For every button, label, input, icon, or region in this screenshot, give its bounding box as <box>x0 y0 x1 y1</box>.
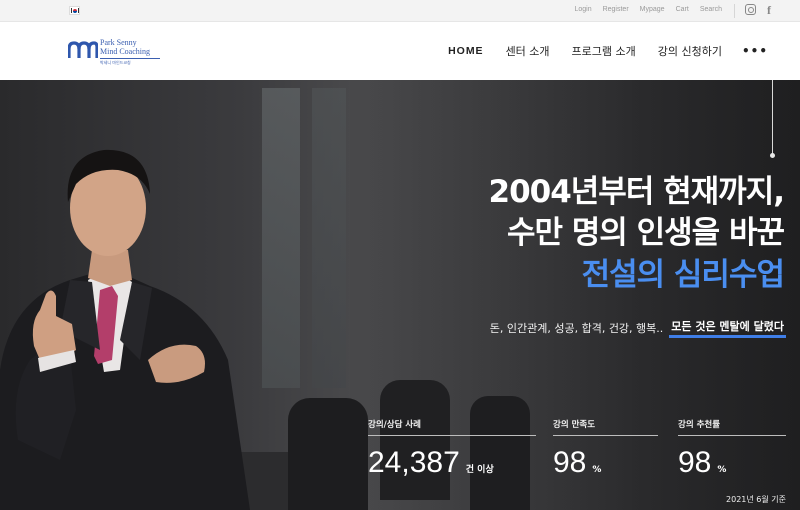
stat-unit: % <box>717 465 727 475</box>
hero-tagline: 돈, 인간관계, 성공, 합격, 건강, 행복.. 모든 것은 멘탈에 달렸다 <box>490 318 786 338</box>
logo-mark-icon <box>68 41 98 58</box>
stat-label: 강의/상담 사례 <box>368 420 421 430</box>
scroll-indicator-line <box>772 80 773 154</box>
divider <box>734 4 735 18</box>
cart-link[interactable]: Cart <box>676 6 689 13</box>
stat-cases: 강의/상담 사례 24,387 건 이상 <box>368 418 536 480</box>
headline-line2: 수만 명의 인생을 바꾼 <box>506 215 785 251</box>
stat-label: 강의 만족도 <box>553 420 596 430</box>
korea-flag-icon[interactable] <box>69 6 80 15</box>
logo-subtitle: 박세니 마인드코칭 <box>100 60 131 65</box>
nav-home[interactable]: HOME <box>448 45 484 57</box>
instagram-icon[interactable] <box>745 4 756 15</box>
stat-recommendation: 강의 추천률 98% <box>678 418 786 480</box>
utility-links: Login Register Mypage Cart Search <box>574 6 722 13</box>
nav-program-intro[interactable]: 프로그램 소개 <box>572 43 636 59</box>
stat-unit: % <box>592 465 602 475</box>
stat-satisfaction: 강의 만족도 98% <box>553 418 658 480</box>
logo-text: Park Senny Mind Coaching 박세니 마인드코칭 <box>100 38 170 66</box>
headline-line1: 2004년부터 현재까지, <box>488 174 785 210</box>
stats-date-note: 2021년 6월 기준 <box>726 495 786 504</box>
hero-banner: 2004년부터 현재까지, 수만 명의 인생을 바꾼 전설의 심리수업 돈, 인… <box>0 80 800 510</box>
logo[interactable]: Park Senny Mind Coaching 박세니 마인드코칭 <box>68 38 164 69</box>
background-window <box>312 88 346 388</box>
stat-divider <box>678 435 786 436</box>
stat-number: 24,387 <box>368 446 460 479</box>
site-header: Park Senny Mind Coaching 박세니 마인드코칭 HOME … <box>0 23 800 80</box>
background-chair <box>288 398 368 510</box>
logo-rule <box>100 58 160 59</box>
stat-divider <box>368 435 536 436</box>
more-menu-icon[interactable]: ••• <box>742 44 768 58</box>
background-window <box>262 88 300 388</box>
stat-divider <box>553 435 658 436</box>
main-nav: HOME 센터 소개 프로그램 소개 강의 신청하기 ••• <box>448 43 768 59</box>
register-link[interactable]: Register <box>603 6 629 13</box>
presenter-image <box>0 149 250 510</box>
stat-unit: 건 이상 <box>465 465 494 475</box>
logo-line2: Mind Coaching <box>100 46 150 56</box>
tagline-text: 돈, 인간관계, 성공, 합격, 건강, 행복.. <box>489 322 664 335</box>
stat-number: 98 <box>553 446 587 479</box>
stat-value: 98% <box>553 446 658 480</box>
nav-apply[interactable]: 강의 신청하기 <box>658 43 722 59</box>
stat-value: 24,387 건 이상 <box>368 446 536 480</box>
stat-number: 98 <box>678 446 712 479</box>
utility-bar: Login Register Mypage Cart Search f <box>0 0 800 22</box>
headline-line3: 전설의 심리수업 <box>581 257 785 293</box>
stat-label: 강의 추천률 <box>678 420 721 430</box>
nav-center-intro[interactable]: 센터 소개 <box>506 43 550 59</box>
facebook-icon[interactable]: f <box>767 3 771 18</box>
stat-value: 98% <box>678 446 786 480</box>
mypage-link[interactable]: Mypage <box>640 6 665 13</box>
scroll-indicator-dot <box>770 153 775 158</box>
search-link[interactable]: Search <box>700 6 722 13</box>
hero-headline: 2004년부터 현재까지, 수만 명의 인생을 바꾼 전설의 심리수업 <box>489 172 785 296</box>
tagline-emphasis: 모든 것은 멘탈에 달렸다 <box>669 318 786 338</box>
login-link[interactable]: Login <box>574 6 591 13</box>
